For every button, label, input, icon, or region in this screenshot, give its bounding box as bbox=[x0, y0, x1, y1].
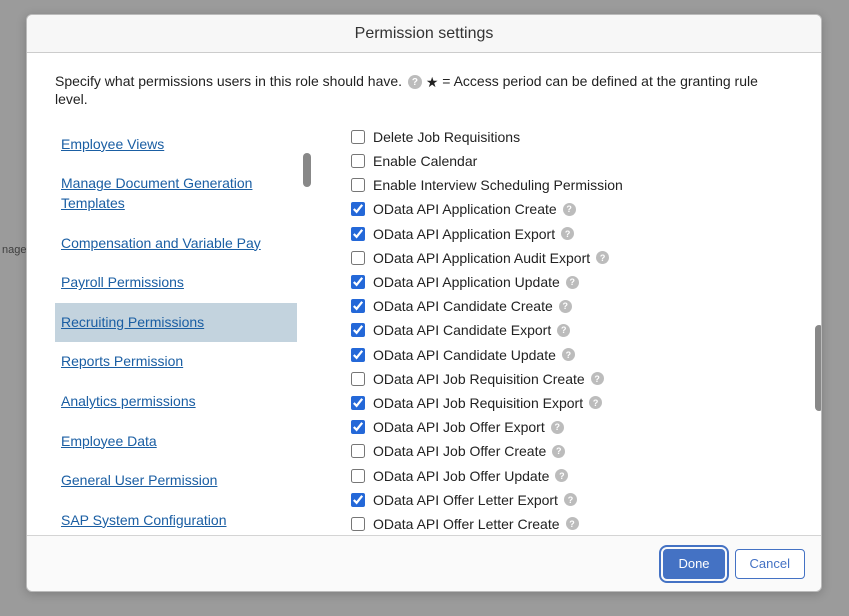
permission-label: OData API Application Update bbox=[373, 274, 560, 290]
permission-checkbox[interactable] bbox=[351, 493, 365, 507]
category-list[interactable]: Employee ViewsManage Document Generation… bbox=[55, 125, 311, 535]
permission-checkbox[interactable] bbox=[351, 348, 365, 362]
permissions-list[interactable]: Delete Job Requisitions Enable Calendar En… bbox=[351, 125, 793, 535]
permission-row: OData API Candidate Update? bbox=[351, 342, 793, 366]
permission-label: OData API Application Export bbox=[373, 226, 555, 242]
permission-label: Delete Job Requisitions bbox=[373, 129, 520, 145]
help-icon[interactable]: ? bbox=[563, 203, 576, 216]
permission-label: OData API Job Requisition Create bbox=[373, 371, 585, 387]
permission-checkbox[interactable] bbox=[351, 227, 365, 241]
modal-footer: Done Cancel bbox=[27, 535, 821, 591]
intro-text: Specify what permissions users in this r… bbox=[55, 73, 793, 107]
permission-label: OData API Offer Letter Create bbox=[373, 516, 560, 532]
category-item[interactable]: Analytics permissions bbox=[55, 382, 297, 422]
done-button[interactable]: Done bbox=[663, 549, 724, 579]
permission-row: OData API Candidate Export? bbox=[351, 318, 793, 342]
help-icon[interactable]: ? bbox=[564, 493, 577, 506]
permission-row: OData API Job Offer Create? bbox=[351, 439, 793, 463]
help-icon[interactable]: ? bbox=[552, 445, 565, 458]
permission-checkbox[interactable] bbox=[351, 469, 365, 483]
permission-row: OData API Job Offer Update? bbox=[351, 463, 793, 487]
permission-label: OData API Job Offer Create bbox=[373, 443, 546, 459]
permission-checkbox[interactable] bbox=[351, 323, 365, 337]
permission-checkbox[interactable] bbox=[351, 130, 365, 144]
permission-row: OData API Offer Letter Create? bbox=[351, 512, 793, 535]
help-icon[interactable]: ? bbox=[566, 517, 579, 530]
category-item[interactable]: General User Permission bbox=[55, 461, 297, 501]
permission-row: OData API Offer Letter Export? bbox=[351, 488, 793, 512]
permission-row: OData API Job Offer Export? bbox=[351, 415, 793, 439]
category-column: Employee ViewsManage Document Generation… bbox=[55, 125, 311, 525]
category-item[interactable]: SAP System Configuration bbox=[55, 501, 297, 535]
cancel-button[interactable]: Cancel bbox=[735, 549, 805, 579]
permission-checkbox[interactable] bbox=[351, 202, 365, 216]
help-icon[interactable]: ? bbox=[566, 276, 579, 289]
permission-checkbox[interactable] bbox=[351, 154, 365, 168]
permission-checkbox[interactable] bbox=[351, 517, 365, 531]
permission-row: OData API Job Requisition Create? bbox=[351, 367, 793, 391]
help-icon[interactable]: ? bbox=[562, 348, 575, 361]
permission-row: OData API Application Update? bbox=[351, 270, 793, 294]
help-icon[interactable]: ? bbox=[408, 75, 422, 89]
permission-label: OData API Candidate Export bbox=[373, 322, 551, 338]
permission-checkbox[interactable] bbox=[351, 251, 365, 265]
category-item[interactable]: Reports Permission bbox=[55, 342, 297, 382]
help-icon[interactable]: ? bbox=[591, 372, 604, 385]
permission-label: OData API Job Offer Export bbox=[373, 419, 545, 435]
permission-checkbox[interactable] bbox=[351, 275, 365, 289]
permission-row: OData API Application Create? bbox=[351, 197, 793, 221]
category-item[interactable]: Employee Views bbox=[55, 125, 297, 165]
permission-checkbox[interactable] bbox=[351, 444, 365, 458]
permission-label: Enable Interview Scheduling Permission bbox=[373, 177, 623, 193]
permission-label: OData API Job Offer Update bbox=[373, 468, 549, 484]
permission-label: OData API Application Audit Export bbox=[373, 250, 590, 266]
permission-checkbox[interactable] bbox=[351, 299, 365, 313]
help-icon[interactable]: ? bbox=[557, 324, 570, 337]
permission-checkbox[interactable] bbox=[351, 396, 365, 410]
permission-checkbox[interactable] bbox=[351, 178, 365, 192]
modal-body: Specify what permissions users in this r… bbox=[27, 53, 821, 535]
permissions-column: Delete Job Requisitions Enable Calendar En… bbox=[351, 125, 793, 525]
category-item[interactable]: Payroll Permissions bbox=[55, 263, 297, 303]
permission-row: OData API Candidate Create? bbox=[351, 294, 793, 318]
permissions-container: Delete Job Requisitions Enable Calendar En… bbox=[351, 125, 793, 523]
help-icon[interactable]: ? bbox=[561, 227, 574, 240]
scrollbar-thumb[interactable] bbox=[815, 325, 821, 411]
permission-label: OData API Candidate Update bbox=[373, 347, 556, 363]
permission-row: Enable Calendar bbox=[351, 149, 793, 173]
category-item[interactable]: Compensation and Variable Pay bbox=[55, 224, 297, 264]
permission-label: OData API Offer Letter Export bbox=[373, 492, 558, 508]
content-row: Employee ViewsManage Document Generation… bbox=[55, 125, 793, 525]
permission-label: OData API Candidate Create bbox=[373, 298, 553, 314]
permission-label: OData API Application Create bbox=[373, 201, 557, 217]
permission-label: OData API Job Requisition Export bbox=[373, 395, 583, 411]
help-icon[interactable]: ? bbox=[551, 421, 564, 434]
star-icon: ★ bbox=[426, 74, 439, 90]
permission-row: Enable Interview Scheduling Permission bbox=[351, 173, 793, 197]
category-item[interactable]: Employee Data bbox=[55, 422, 297, 462]
help-icon[interactable]: ? bbox=[596, 251, 609, 264]
permission-checkbox[interactable] bbox=[351, 420, 365, 434]
permission-row: Delete Job Requisitions bbox=[351, 125, 793, 149]
modal-title: Permission settings bbox=[27, 15, 821, 53]
permission-row: OData API Application Audit Export? bbox=[351, 246, 793, 270]
help-icon[interactable]: ? bbox=[589, 396, 602, 409]
permission-settings-modal: Permission settings Specify what permiss… bbox=[26, 14, 822, 592]
permission-row: OData API Job Requisition Export? bbox=[351, 391, 793, 415]
help-icon[interactable]: ? bbox=[559, 300, 572, 313]
permission-label: Enable Calendar bbox=[373, 153, 477, 169]
category-item[interactable]: Manage Document Generation Templates bbox=[55, 164, 297, 223]
permission-checkbox[interactable] bbox=[351, 372, 365, 386]
category-item[interactable]: Recruiting Permissions bbox=[55, 303, 297, 343]
permission-row: OData API Application Export? bbox=[351, 222, 793, 246]
help-icon[interactable]: ? bbox=[555, 469, 568, 482]
intro-prefix: Specify what permissions users in this r… bbox=[55, 73, 402, 89]
